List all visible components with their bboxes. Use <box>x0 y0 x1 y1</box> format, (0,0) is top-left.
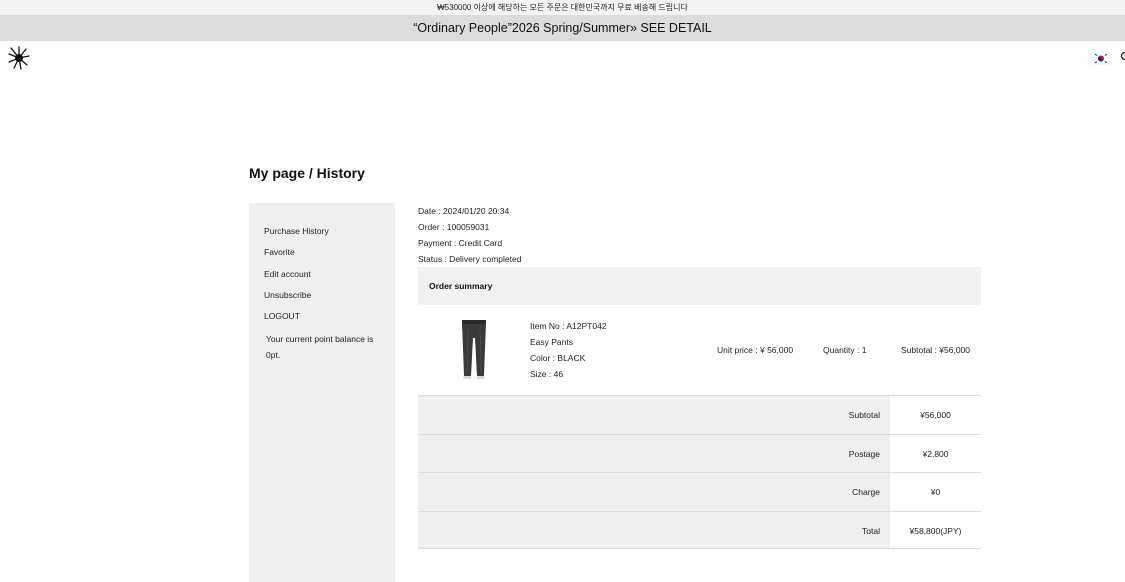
order-summary-header: Order summary <box>418 267 981 305</box>
promo-banner[interactable]: “Ordinary People”2026 Spring/Summer» SEE… <box>0 15 1125 41</box>
totals-value: ¥2,800 <box>922 448 949 459</box>
sidebar-item-unsubscribe[interactable]: Unsubscribe <box>264 290 311 300</box>
announcement-bar: ₩530000 이상에 해당하는 모든 주문은 대한민국까지 무료 배송해 드립… <box>0 0 1125 15</box>
totals-row-charge: Charge ¥0 <box>418 472 981 511</box>
spiky-star-logo-icon[interactable] <box>8 46 30 70</box>
totals-row-subtotal: Subtotal ¥56,000 <box>418 395 981 434</box>
order-status: Status : Delivery completed <box>418 254 522 264</box>
item-name[interactable]: Easy Pants <box>530 337 573 347</box>
totals-value: ¥56,000 <box>920 410 951 420</box>
item-color: Color : BLACK <box>530 353 586 363</box>
order-item-row: Item No : A12PT042 Easy Pants Color : BL… <box>418 305 981 395</box>
sidebar-item-edit-account[interactable]: Edit account <box>264 269 311 279</box>
order-summary-heading: Order summary <box>429 281 493 291</box>
totals-label: Subtotal <box>848 410 880 420</box>
order-number: Order : 100059031 <box>418 222 490 232</box>
page-title: My page / History <box>249 165 365 181</box>
item-unit-price: Unit price : ¥ 56,000 <box>717 345 794 355</box>
promo-banner-link[interactable]: “Ordinary People”2026 Spring/Summer» SEE… <box>413 21 712 35</box>
order-totals: Subtotal ¥56,000 Postage ¥2,800 Charge ¥… <box>418 395 981 549</box>
search-icon[interactable] <box>1118 51 1125 63</box>
totals-value: ¥0 <box>930 487 941 497</box>
totals-value: ¥58,800(JPY) <box>909 525 962 536</box>
totals-label: Charge <box>852 487 880 497</box>
item-subtotal: Subtotal : ¥56,000 <box>901 345 971 355</box>
sidebar-item-logout[interactable]: LOGOUT <box>264 311 300 321</box>
sidebar-item-purchase-history[interactable]: Purchase History <box>264 226 329 236</box>
item-number: Item No : A12PT042 <box>530 321 607 331</box>
totals-row-total: Total ¥58,800(JPY) <box>418 510 981 549</box>
totals-row-postage: Postage ¥2,800 <box>418 433 981 472</box>
item-size: Size : 46 <box>530 369 564 379</box>
totals-label: Postage <box>848 448 880 459</box>
item-quantity: Quantity : 1 <box>823 345 867 355</box>
account-sidebar: Purchase History Favorite Edit account U… <box>249 203 395 582</box>
sidebar-item-favorite[interactable]: Favorite <box>264 247 295 257</box>
announcement-text: ₩530000 이상에 해당하는 모든 주문은 대한민국까지 무료 배송해 드립… <box>437 3 688 12</box>
order-payment: Payment : Credit Card <box>418 238 503 248</box>
order-date: Date : 2024/01/20 20:34 <box>418 206 510 216</box>
product-thumbnail[interactable] <box>458 318 490 380</box>
totals-label: Total <box>862 525 880 536</box>
korea-flag-icon[interactable] <box>1093 52 1109 65</box>
point-balance-text: Your current point balance is 0pt. <box>266 334 374 360</box>
